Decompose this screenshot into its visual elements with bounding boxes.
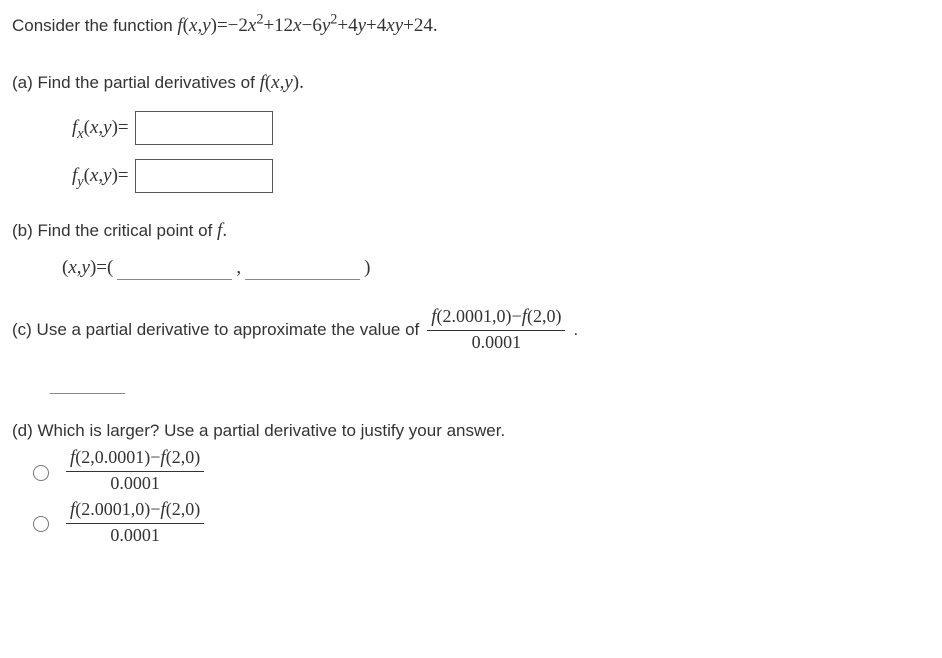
option-2-radio[interactable] <box>33 516 49 532</box>
option-1-row: f(2,0.0001)−f(2,0) 0.0001 <box>28 447 930 494</box>
option-2-row: f(2.0001,0)−f(2,0) 0.0001 <box>28 499 930 546</box>
opt1-num: f(2,0.0001)−f(2,0) <box>66 447 204 472</box>
part-a-label: (a) Find the partial derivatives of f(x,… <box>12 69 930 98</box>
part-b-label: (b) Find the critical point of f. <box>12 217 930 246</box>
fy-input[interactable] <box>135 159 273 193</box>
part-c-dot: . <box>573 317 578 343</box>
xy-open: (x,y)=( <box>62 254 113 283</box>
critical-point-row: (x,y)=( , ) <box>62 254 930 283</box>
part-c-label-row: (c) Use a partial derivative to approxim… <box>12 306 930 353</box>
part-c-fraction: f(2.0001,0)−f(2,0) 0.0001 <box>427 306 565 353</box>
option-1-radio[interactable] <box>33 465 49 481</box>
question-intro: Consider the function f(x,y)=−2x2+12x−6y… <box>12 12 930 41</box>
opt2-num: f(2.0001,0)−f(2,0) <box>66 499 204 524</box>
part-b: (b) Find the critical point of f. (x,y)=… <box>12 217 930 282</box>
fy-row: fy(x,y)= <box>72 159 930 193</box>
option-1-fraction: f(2,0.0001)−f(2,0) 0.0001 <box>66 447 204 494</box>
fx-label: fx(x,y)= <box>72 114 129 143</box>
opt1-den: 0.0001 <box>110 472 160 495</box>
fx-input[interactable] <box>135 111 273 145</box>
critical-x-input[interactable] <box>117 256 232 280</box>
option-2-fraction: f(2.0001,0)−f(2,0) 0.0001 <box>66 499 204 546</box>
critical-comma: , <box>236 254 241 283</box>
part-c: (c) Use a partial derivative to approxim… <box>12 306 930 394</box>
frac-num: f(2.0001,0)−f(2,0) <box>427 306 565 331</box>
critical-close: ) <box>364 254 370 283</box>
opt2-den: 0.0001 <box>110 524 160 547</box>
part-c-answer-row <box>50 367 930 394</box>
part-d: (d) Which is larger? Use a partial deriv… <box>12 418 930 546</box>
fy-label: fy(x,y)= <box>72 162 129 191</box>
part-d-label: (d) Which is larger? Use a partial deriv… <box>12 418 930 444</box>
critical-y-input[interactable] <box>245 256 360 280</box>
fx-row: fx(x,y)= <box>72 111 930 145</box>
part-a: (a) Find the partial derivatives of f(x,… <box>12 69 930 194</box>
intro-function: f(x,y)=−2x2+12x−6y2+4y+4xy+24. <box>177 15 437 36</box>
part-c-input[interactable] <box>50 370 125 394</box>
frac-den: 0.0001 <box>472 331 522 354</box>
intro-prefix: Consider the function <box>12 16 177 35</box>
part-c-label: (c) Use a partial derivative to approxim… <box>12 317 419 343</box>
